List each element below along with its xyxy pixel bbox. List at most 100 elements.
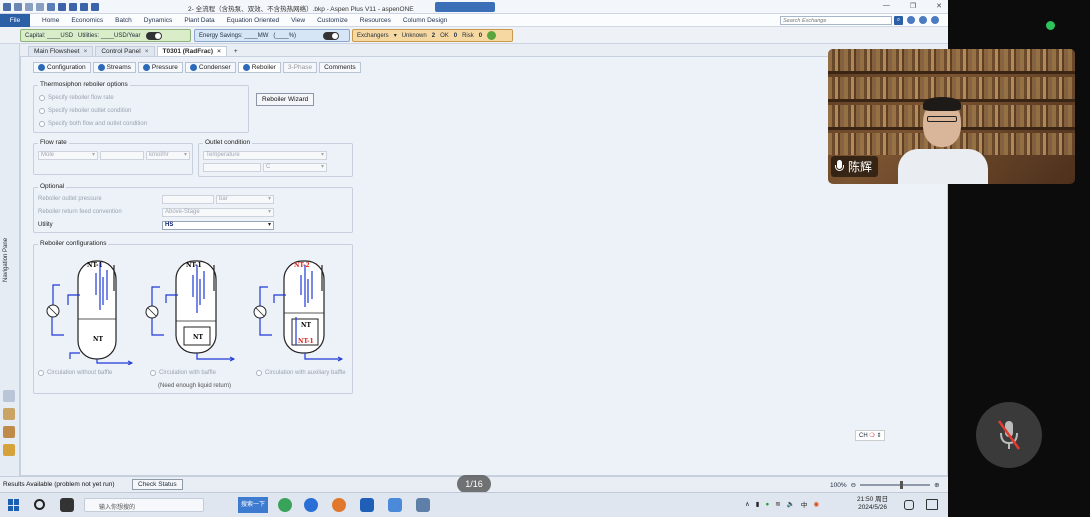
reboiler-wizard-button[interactable]: Reboiler Wizard xyxy=(256,93,315,106)
taskbar-search-button[interactable]: 搜索一下 xyxy=(238,497,268,513)
task-view-icon[interactable] xyxy=(60,498,74,512)
save-icon[interactable] xyxy=(14,2,22,11)
exchanger-status-icon[interactable] xyxy=(487,31,497,40)
tab-3-phase[interactable]: 3-Phase xyxy=(282,62,318,73)
tab-control-panel[interactable]: Control Panel × xyxy=(95,46,155,56)
notification-icon[interactable] xyxy=(926,499,938,510)
menu-customize[interactable]: Customize xyxy=(317,17,348,24)
tab-configuration[interactable]: Configuration xyxy=(33,62,91,73)
firefox-icon[interactable] xyxy=(332,498,346,512)
flow-basis-select[interactable]: Mole xyxy=(38,151,98,160)
add-tab-button[interactable]: + xyxy=(229,47,243,56)
navigation-pane[interactable]: Navigation Pane xyxy=(0,44,20,476)
stop-icon[interactable] xyxy=(80,2,88,11)
run-icon[interactable] xyxy=(58,2,66,11)
outlet-value-input[interactable] xyxy=(203,163,261,172)
undo-icon[interactable] xyxy=(25,2,33,11)
antivirus-icon[interactable]: ◉ xyxy=(813,500,819,508)
menu-home[interactable]: Home xyxy=(42,17,59,24)
zoom-in-icon[interactable]: ⊕ xyxy=(934,481,939,489)
photos-icon[interactable] xyxy=(360,498,374,512)
usb-icon[interactable]: ▮ xyxy=(756,500,760,508)
outlet-pressure-input[interactable] xyxy=(162,195,214,204)
wifi-icon[interactable]: ≋ xyxy=(775,500,780,508)
energy-icon[interactable] xyxy=(3,444,15,456)
menu-file[interactable]: File xyxy=(0,13,30,27)
option-specify-flow[interactable]: Specify reboiler flow rate xyxy=(39,95,114,101)
outlet-pressure-unit[interactable]: bar xyxy=(216,195,274,204)
menu-view[interactable]: View xyxy=(291,17,305,24)
radio-icon[interactable] xyxy=(150,370,156,376)
safety-icon[interactable] xyxy=(3,426,15,438)
tab-t0301-radfrac[interactable]: T0301 (RadFrac) × xyxy=(156,46,227,56)
tab-comments[interactable]: Comments xyxy=(319,62,361,73)
radio-icon[interactable] xyxy=(39,121,45,127)
browser-icon[interactable] xyxy=(278,498,292,512)
option-auxiliary-baffle[interactable]: Circulation with auxiliary baffle xyxy=(256,370,346,376)
menu-equation-oriented[interactable]: Equation Oriented xyxy=(227,17,279,24)
outlet-type-select[interactable]: Temperature xyxy=(203,151,327,160)
explorer-icon[interactable] xyxy=(388,498,402,512)
windows-start-icon[interactable] xyxy=(8,499,20,511)
radio-icon[interactable] xyxy=(256,370,262,376)
minimize-button[interactable]: — xyxy=(883,2,890,10)
search-exchange-input[interactable] xyxy=(780,16,892,25)
menu-batch[interactable]: Batch xyxy=(115,17,132,24)
option-no-baffle[interactable]: Circulation without baffle xyxy=(38,370,112,376)
flow-rate-input[interactable] xyxy=(100,151,144,160)
tab-pressure[interactable]: Pressure xyxy=(137,62,183,73)
meeting-icon[interactable] xyxy=(304,498,318,512)
utility-select[interactable]: HS xyxy=(162,221,274,230)
speaker-video[interactable]: 陈辉 xyxy=(828,49,1075,184)
desktop-icon[interactable] xyxy=(904,500,914,510)
option-specify-outlet[interactable]: Specify reboiler outlet condition xyxy=(39,108,131,114)
reset-icon[interactable] xyxy=(91,2,99,11)
menu-economics[interactable]: Economics xyxy=(71,17,103,24)
tab-streams[interactable]: Streams xyxy=(92,62,136,73)
search-icon[interactable]: ⌕ xyxy=(894,16,903,25)
menu-dynamics[interactable]: Dynamics xyxy=(144,17,173,24)
option-with-baffle[interactable]: Circulation with baffle xyxy=(150,370,216,376)
radio-icon[interactable] xyxy=(39,108,45,114)
outlet-unit-select[interactable]: C xyxy=(263,163,327,172)
search-icon[interactable] xyxy=(34,499,45,510)
energy-toggle[interactable] xyxy=(323,31,340,40)
volume-icon[interactable]: 🔈 xyxy=(787,500,795,508)
maximize-button[interactable]: ❐ xyxy=(910,2,916,10)
menu-resources[interactable]: Resources xyxy=(360,17,391,24)
close-icon[interactable]: × xyxy=(84,48,88,55)
simulation-icon[interactable] xyxy=(3,408,15,420)
tab-condenser[interactable]: Condenser xyxy=(184,62,236,73)
menu-column-design[interactable]: Column Design xyxy=(403,17,447,24)
flask-icon[interactable] xyxy=(3,390,15,402)
next-icon[interactable] xyxy=(47,2,55,11)
wechat-icon[interactable]: ● xyxy=(765,501,769,508)
tab-main-flowsheet[interactable]: Main Flowsheet × xyxy=(28,46,94,56)
economics-toggle[interactable] xyxy=(145,31,162,40)
exchangers-label[interactable]: Exchangers xyxy=(357,33,389,39)
close-button[interactable]: ✕ xyxy=(936,2,942,10)
option-specify-both[interactable]: Specify both flow and outlet condition xyxy=(39,121,147,127)
return-feed-select[interactable]: Above-Stage xyxy=(162,208,274,217)
zoom-thumb[interactable] xyxy=(900,481,904,489)
help-icon[interactable] xyxy=(907,16,915,24)
zoom-slider[interactable] xyxy=(860,481,931,489)
taskbar-search-input[interactable]: 输入你想搜的 xyxy=(84,498,204,512)
flow-unit-select[interactable]: kmol/hr xyxy=(146,151,190,160)
ime-icon[interactable]: 中 xyxy=(801,499,808,509)
menu-plant-data[interactable]: Plant Data xyxy=(184,17,214,24)
info-icon[interactable] xyxy=(931,16,939,24)
tab-reboiler[interactable]: Reboiler xyxy=(237,62,281,73)
settings-icon[interactable] xyxy=(919,16,927,24)
radio-icon[interactable] xyxy=(39,95,45,101)
close-icon[interactable]: × xyxy=(145,48,149,55)
zoom-out-icon[interactable]: ⊖ xyxy=(851,481,856,489)
ime-indicator[interactable]: CH ❍ ⇕ xyxy=(855,430,886,441)
radio-icon[interactable] xyxy=(38,370,44,376)
chevron-up-icon[interactable]: ∧ xyxy=(745,500,750,508)
step-icon[interactable] xyxy=(69,2,77,11)
check-status-button[interactable]: Check Status xyxy=(132,479,183,490)
redo-icon[interactable] xyxy=(36,2,44,11)
mute-button[interactable] xyxy=(976,402,1042,468)
taskbar-clock[interactable]: 21:50 周日 2024/5/26 xyxy=(857,496,888,512)
